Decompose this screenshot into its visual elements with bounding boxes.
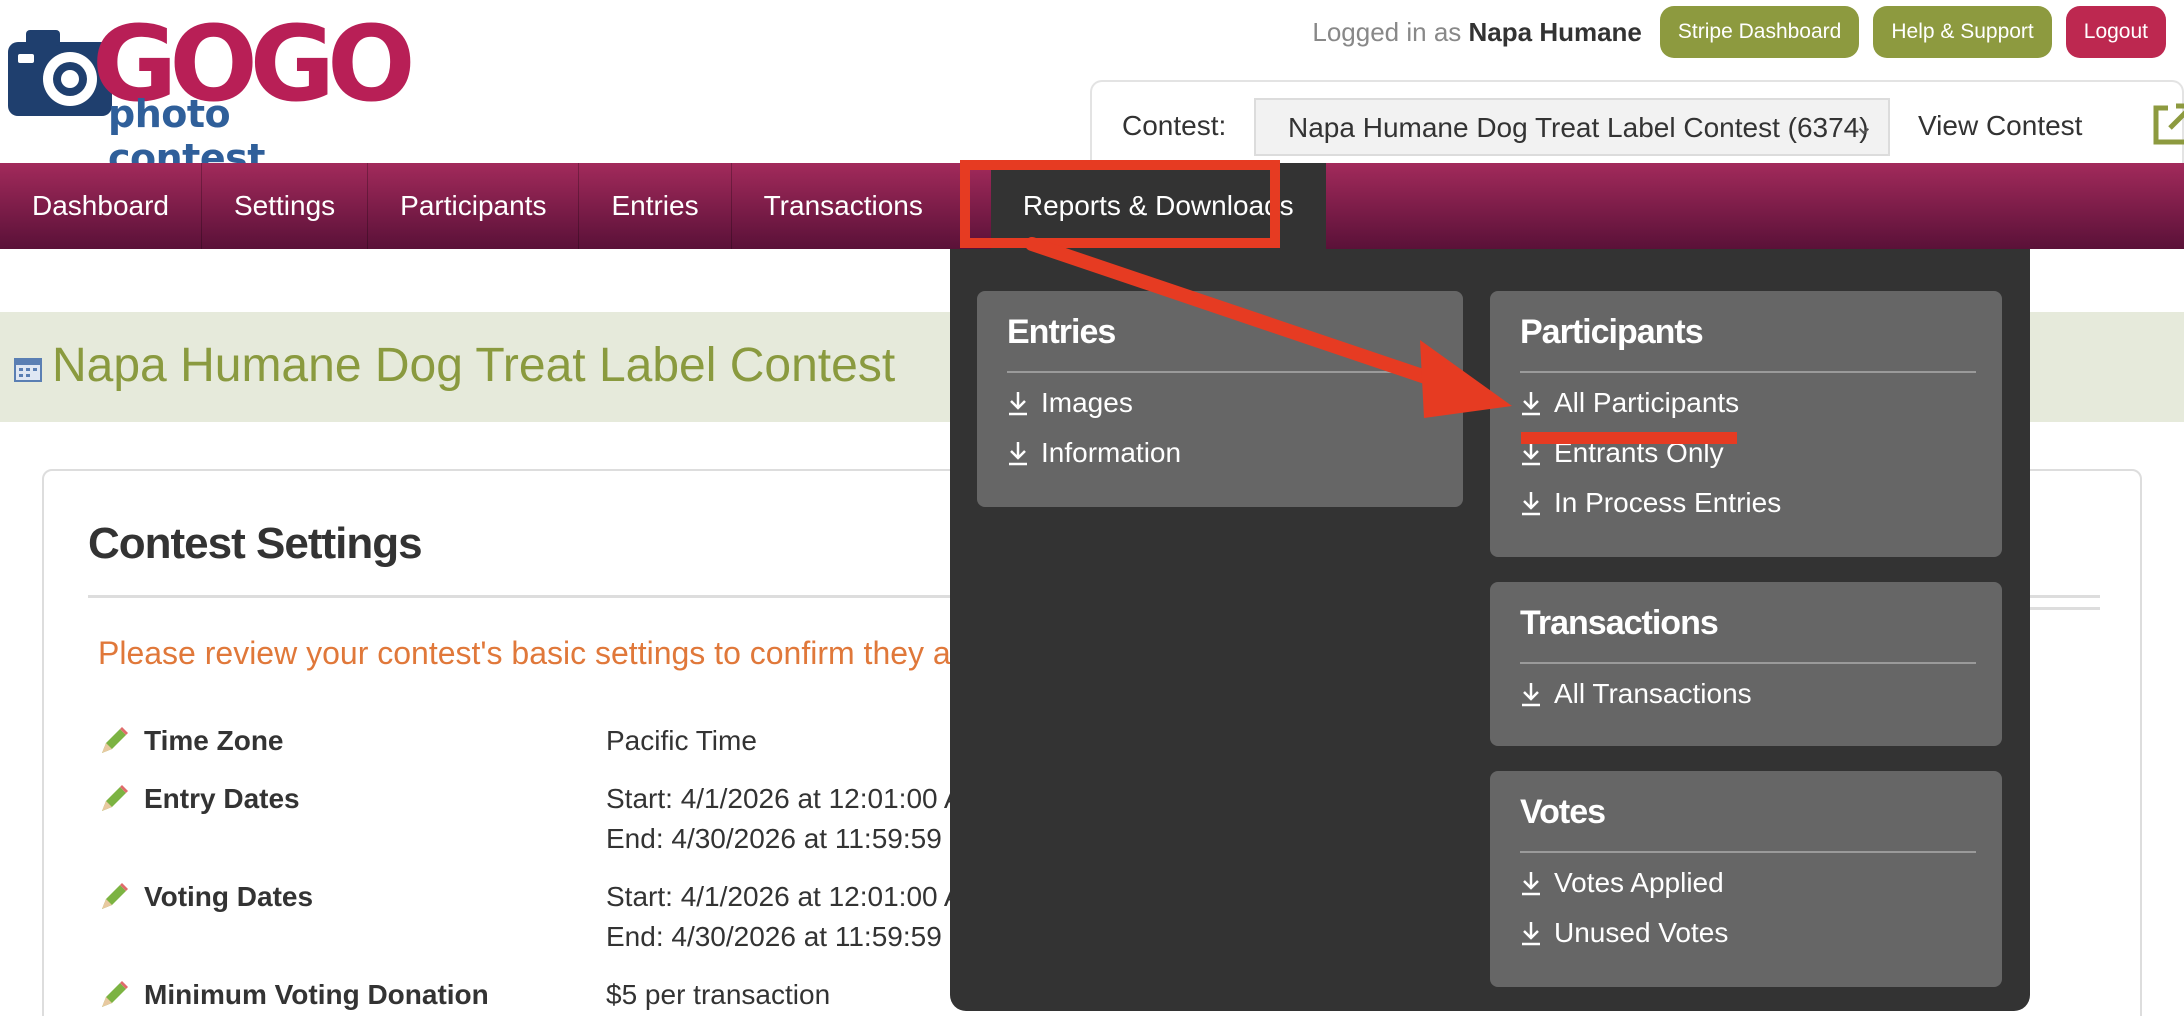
download-icon [1522,492,1540,516]
pencil-icon[interactable] [98,881,130,913]
entry-dates-start: Start: 4/1/2026 at 12:01:00 A [606,783,963,814]
time-zone-label: Time Zone [144,725,284,756]
link-label: In Process Entries [1554,487,1782,518]
divider [1520,371,1976,373]
gogo-logo[interactable]: GOGO photo contest [6,12,416,180]
entries-panel: Entries Images Information [977,291,1463,507]
voting-dates-start: Start: 4/1/2026 at 12:01:00 A [606,881,963,912]
link-label: Votes Applied [1554,867,1724,898]
card-title: Contest Settings [88,519,423,568]
link-label: All Participants [1554,387,1740,418]
chevron-down-icon: ⌄ [1853,113,1874,140]
transactions-panel: Transactions All Transactions [1490,582,2002,746]
page-title: Napa Humane Dog Treat Label Contest [52,339,896,392]
user-name: Napa Humane [1468,16,1642,47]
link-label: Information [1041,437,1182,468]
nav-settings[interactable]: Settings [202,163,369,249]
min-voting-donation-value: $5 per transaction [606,979,831,1010]
download-icon [1522,922,1540,946]
logout-button[interactable]: Logout [2065,6,2166,58]
entry-dates-label: Entry Dates [144,783,300,814]
divider [1520,662,1976,664]
help-support-button[interactable]: Help & Support [1873,6,2052,58]
min-voting-donation-label: Minimum Voting Donation [144,979,489,1010]
contest-select-value: Napa Humane Dog Treat Label Contest (637… [1288,112,1869,143]
participants-panel: Participants All Participants Entrants O… [1490,291,2002,557]
view-contest-link[interactable]: View Contest [1918,110,2082,142]
pencil-icon[interactable] [98,725,130,757]
download-votes-applied-link[interactable]: Votes Applied [1520,867,1724,899]
nav-participants[interactable]: Participants [368,163,580,249]
download-all-transactions-link[interactable]: All Transactions [1520,678,1752,710]
transactions-heading: Transactions [1520,604,1719,642]
time-zone-value: Pacific Time [606,725,757,756]
download-images-link[interactable]: Images [1007,387,1133,419]
download-icon [1009,442,1027,466]
link-label: All Transactions [1554,678,1752,709]
contest-select[interactable]: Napa Humane Dog Treat Label Contest (637… [1254,98,1890,156]
contest-label: Contest: [1122,110,1227,141]
divider [1520,851,1976,853]
underline-annotation [1521,432,1737,444]
link-label: Images [1041,387,1133,418]
download-information-link[interactable]: Information [1007,437,1181,469]
participants-heading: Participants [1520,313,1704,351]
pencil-icon[interactable] [98,979,130,1011]
link-label: Unused Votes [1554,917,1729,948]
entries-heading: Entries [1007,313,1116,351]
account-bar: Logged in as Napa Humane Stripe Dashboar… [1312,6,2166,58]
logged-in-status: Logged in as Napa Humane [1312,17,1642,48]
pencil-icon[interactable] [98,783,130,815]
nav-transactions[interactable]: Transactions [732,163,955,249]
divider [1007,371,1433,373]
settings-notice: Please review your contest's basic setti… [98,635,962,671]
download-icon [1522,683,1540,707]
calendar-icon [14,358,42,382]
stripe-dashboard-button[interactable]: Stripe Dashboard [1659,6,1860,58]
reports-downloads-menu: Entries Images Information Participants … [950,249,2030,1011]
entry-dates-end: End: 4/30/2026 at 11:59:59 P [606,823,969,854]
voting-dates-end: End: 4/30/2026 at 11:59:59 P [606,921,969,952]
download-icon [1522,392,1540,416]
download-icon [1522,872,1540,896]
contest-picker: Contest: Napa Humane Dog Treat Label Con… [1090,80,2184,166]
nav-entries[interactable]: Entries [579,163,732,249]
logged-in-prefix: Logged in as [1312,16,1462,47]
highlight-box-annotation [960,160,1280,248]
nav-dashboard[interactable]: Dashboard [0,163,202,249]
download-icon [1009,392,1027,416]
votes-panel: Votes Votes Applied Unused Votes [1490,771,2002,987]
external-link-icon[interactable] [2148,100,2184,150]
download-all-participants-link[interactable]: All Participants [1520,387,1739,419]
voting-dates-label: Voting Dates [144,881,314,912]
download-in-process-entries-link[interactable]: In Process Entries [1520,487,1781,519]
download-unused-votes-link[interactable]: Unused Votes [1520,917,1728,949]
votes-heading: Votes [1520,793,1606,831]
